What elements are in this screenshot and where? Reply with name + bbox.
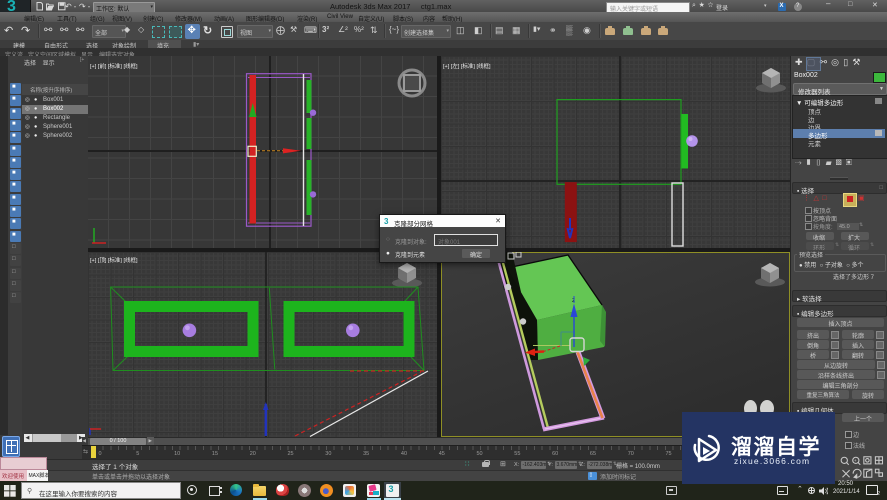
- svg-text:+: +: [854, 458, 857, 463]
